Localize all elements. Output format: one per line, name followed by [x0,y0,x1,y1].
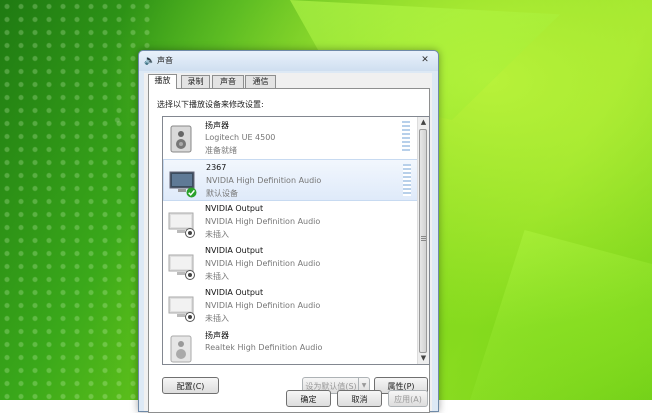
unplugged-icon [185,270,195,280]
list-item[interactable]: NVIDIA Output NVIDIA High Definition Aud… [163,201,418,243]
close-button[interactable]: ✕ [418,54,432,66]
scroll-thumb[interactable] [419,129,427,353]
device-description: Realtek High Definition Audio [205,343,323,352]
device-name: 扬声器 [205,331,229,340]
window-title: 声音 [157,56,173,65]
unplugged-icon [185,312,195,322]
volume-meter [402,121,410,153]
cancel-button[interactable]: 取消 [337,390,382,407]
water-drops-decoration [0,0,150,400]
title-bar[interactable]: 🔈 声音 ✕ [139,51,438,71]
list-item[interactable]: NVIDIA Output NVIDIA High Definition Aud… [163,285,418,327]
tab-sounds[interactable]: 声音 [212,75,244,88]
tab-playback[interactable]: 播放 [148,74,177,89]
device-name: NVIDIA Output [205,246,264,255]
configure-button[interactable]: 配置(C) [162,377,219,394]
dialog-client-area: 播放 录制 声音 通信 选择以下播放设备来修改设置: 扬声器 Logitech … [144,73,432,413]
list-item[interactable]: NVIDIA Output NVIDIA High Definition Aud… [163,243,418,285]
scroll-up-arrow-icon[interactable]: ▲ [418,117,429,128]
device-description: NVIDIA High Definition Audio [205,217,321,226]
speaker-icon [170,335,192,363]
list-item[interactable]: 扬声器 Logitech UE 4500 准备就绪 [163,117,418,159]
light-shard [470,230,652,400]
grip-icon [421,236,426,242]
list-scrollbar[interactable]: ▲ ▼ [417,117,429,364]
apply-button[interactable]: 应用(A) [388,390,428,407]
device-description: Logitech UE 4500 [205,133,276,142]
device-status: 未插入 [205,272,229,281]
device-description: NVIDIA High Definition Audio [205,259,321,268]
list-item-selected[interactable]: 2367 NVIDIA High Definition Audio 默认设备 [163,159,418,201]
device-status: 准备就绪 [205,146,237,155]
device-name: NVIDIA Output [205,288,264,297]
device-description: NVIDIA High Definition Audio [206,176,322,185]
ok-button[interactable]: 确定 [286,390,331,407]
device-status: 未插入 [205,230,229,239]
speaker-icon: 🔈 [144,56,156,66]
playback-panel: 选择以下播放设备来修改设置: 扬声器 Logitech UE 4500 准备就绪 [148,88,430,413]
device-name: NVIDIA Output [205,204,264,213]
device-description: NVIDIA High Definition Audio [205,301,321,310]
device-list[interactable]: 扬声器 Logitech UE 4500 准备就绪 2367 NVIDIA Hi… [162,116,430,365]
default-check-icon [186,187,197,198]
device-status: 未插入 [205,314,229,323]
volume-meter [403,164,411,196]
scroll-down-arrow-icon[interactable]: ▼ [418,353,429,364]
tab-communications[interactable]: 通信 [245,75,276,88]
unplugged-icon [185,228,195,238]
device-name: 扬声器 [205,121,229,130]
list-item[interactable]: 扬声器 Realtek High Definition Audio [163,327,418,364]
device-name: 2367 [206,163,227,172]
tab-recording[interactable]: 录制 [181,75,210,88]
device-status: 默认设备 [206,189,238,198]
instruction-text: 选择以下播放设备来修改设置: [157,100,264,109]
sound-dialog: 🔈 声音 ✕ 播放 录制 声音 通信 选择以下播放设备来修改设置: 扬声器 Lo… [138,50,439,413]
speaker-icon [170,125,192,153]
